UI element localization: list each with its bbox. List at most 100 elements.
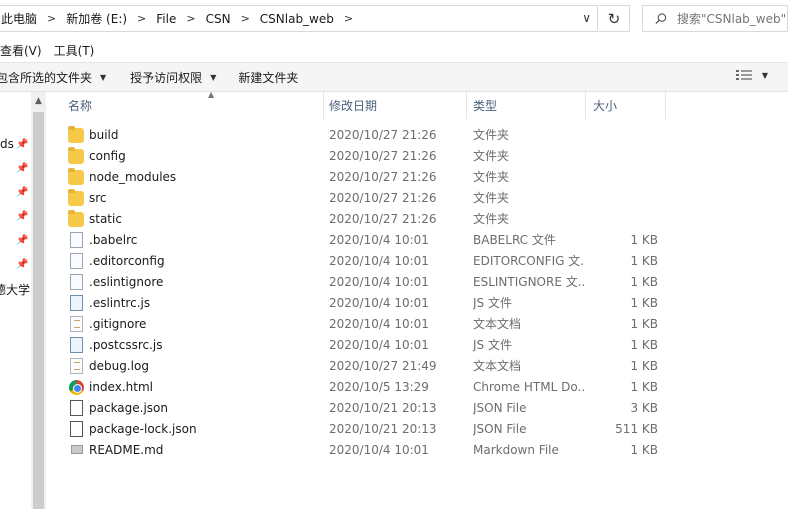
file-size [588,209,658,230]
file-name: config [89,149,126,163]
file-modified-date: 2020/10/5 13:29 [329,380,429,394]
breadcrumb-csnlab-web[interactable]: CSNlab_web [256,12,338,26]
file-row[interactable]: src 2020/10/27 21:26 文件夹 [48,188,788,209]
column-header-date[interactable]: 修改日期 [329,92,469,119]
file-modified-date: 2020/10/4 10:01 [329,254,429,268]
menu-view[interactable]: 查看(V) [0,42,48,59]
file-row[interactable]: .eslintignore 2020/10/4 10:01 ESLINTIGNORE… [48,272,788,293]
nav-item-downloads[interactable]: ds [0,137,14,151]
file-type: EDITORCONFIG 文... [473,254,585,268]
file-row[interactable]: static 2020/10/27 21:26 文件夹 [48,209,788,230]
file-type: JS 文件 [473,338,512,352]
file-row[interactable]: README.md 2020/10/4 10:01 Markdown File 1 K… [48,440,788,461]
column-header-size[interactable]: 大小 [593,92,663,119]
file-name: package-lock.json [89,422,197,436]
file-name: build [89,128,119,142]
file-row[interactable]: package.json 2020/10/21 20:13 JSON File 3 K… [48,398,788,419]
breadcrumb-separator-icon[interactable]: > [131,12,152,25]
file-row[interactable]: node_modules 2020/10/27 21:26 文件夹 [48,167,788,188]
breadcrumb-this-pc[interactable]: 此电脑 [0,10,41,27]
file-row[interactable]: build 2020/10/27 21:26 文件夹 [48,125,788,146]
folder-icon [68,147,84,164]
file-row[interactable]: package-lock.json 2020/10/21 20:13 JSON Fi… [48,419,788,440]
search-icon [655,13,667,25]
nav-scrollbar[interactable]: ▲ [31,92,46,509]
file-row[interactable]: config 2020/10/27 21:26 文件夹 [48,146,788,167]
address-bar[interactable]: 此电脑 > 新加卷 (E:) > File > CSN > CSNlab_web… [0,5,598,32]
file-modified-date: 2020/10/4 10:01 [329,317,429,331]
search-box[interactable] [642,5,788,32]
file-name: .postcssrc.js [89,338,163,352]
breadcrumb-separator-icon[interactable]: > [180,12,201,25]
file-row[interactable]: .gitignore 2020/10/4 10:01 文本文档 1 KB [48,314,788,335]
column-header-type[interactable]: 类型 [473,92,585,119]
menu-tools[interactable]: 工具(T) [48,42,101,59]
file-size: 511 KB [615,422,658,436]
column-divider[interactable] [466,92,467,119]
file-row[interactable]: .babelrc 2020/10/4 10:01 BABELRC 文件 1 KB [48,230,788,251]
address-row: 此电脑 > 新加卷 (E:) > File > CSN > CSNlab_web… [0,0,788,38]
file-name: README.md [89,443,164,457]
scroll-up-icon[interactable]: ▲ [31,96,46,106]
generic-file-icon [70,253,83,269]
refresh-button[interactable]: ↻ [599,5,630,32]
view-options-button[interactable]: ▼ [735,69,768,81]
file-size: 1 KB [630,338,658,352]
file-type: Markdown File [473,443,559,457]
file-row[interactable]: debug.log 2020/10/27 21:49 文本文档 1 KB [48,356,788,377]
generic-file-icon [70,232,83,248]
file-type: JS 文件 [473,296,512,310]
text-file-icon [70,358,83,374]
file-type: Chrome HTML Do... [473,380,585,394]
search-input[interactable] [677,11,787,26]
pin-icon: 📌 [16,187,29,198]
breadcrumb-csn[interactable]: CSN [202,12,235,26]
file-modified-date: 2020/10/27 21:26 [329,170,437,184]
folder-icon [68,126,84,143]
share-label: 授予访问权限 [130,70,203,85]
share-button[interactable]: 授予访问权限 ▼ [130,69,216,86]
file-name: static [89,212,122,226]
file-name: .babelrc [89,233,138,247]
file-size: 1 KB [630,380,658,394]
file-modified-date: 2020/10/21 20:13 [329,422,437,436]
file-row[interactable]: .postcssrc.js 2020/10/4 10:01 JS 文件 1 KB [48,335,788,356]
file-name: package.json [89,401,169,415]
file-size: 1 KB [630,254,658,268]
chevron-down-icon: ▼ [761,70,768,80]
address-history-dropdown-icon[interactable]: ∨ [582,11,591,25]
file-type: BABELRC 文件 [473,233,556,247]
include-in-library-button[interactable]: 包含所选的文件夹 ▼ [0,69,106,86]
json-file-icon [70,400,83,416]
breadcrumb-file[interactable]: File [152,12,180,26]
file-size: 1 KB [630,359,658,373]
file-row[interactable]: .eslintrc.js 2020/10/4 10:01 JS 文件 1 KB [48,293,788,314]
file-modified-date: 2020/10/4 10:01 [329,443,429,457]
menu-bar: 查看(V) 工具(T) [0,38,788,62]
file-modified-date: 2020/10/27 21:26 [329,128,437,142]
file-modified-date: 2020/10/4 10:01 [329,296,429,310]
breadcrumb-separator-icon[interactable]: > [235,12,256,25]
breadcrumb-drive[interactable]: 新加卷 (E:) [62,10,131,27]
command-toolbar: 包含所选的文件夹 ▼ 授予访问权限 ▼ 新建文件夹 ▼ [0,62,788,92]
column-header-name[interactable]: 名称 ▲ [68,90,323,119]
nav-item-university[interactable]: 德大学 [0,281,30,298]
file-modified-date: 2020/10/21 20:13 [329,401,437,415]
column-divider[interactable] [665,92,666,119]
file-row[interactable]: index.html 2020/10/5 13:29 Chrome HTML Do.… [48,377,788,398]
column-divider[interactable] [585,92,586,119]
include-in-library-label: 包含所选的文件夹 [0,70,93,85]
file-type: 文本文档 [473,359,522,373]
column-divider[interactable] [323,92,324,119]
breadcrumb-separator-icon[interactable]: > [338,12,359,25]
new-folder-label: 新建文件夹 [238,70,299,85]
file-row[interactable]: .editorconfig 2020/10/4 10:01 EDITORCONFIG… [48,251,788,272]
breadcrumb-separator-icon[interactable]: > [41,12,62,25]
chevron-down-icon: ▼ [100,72,107,82]
file-type: 文件夹 [473,149,510,163]
new-folder-button[interactable]: 新建文件夹 [238,69,298,86]
file-type: ESLINTIGNORE 文... [473,275,585,289]
file-type: JSON File [473,422,527,436]
pin-icon: 📌 [16,235,29,246]
nav-scrollbar-thumb[interactable] [33,112,44,509]
